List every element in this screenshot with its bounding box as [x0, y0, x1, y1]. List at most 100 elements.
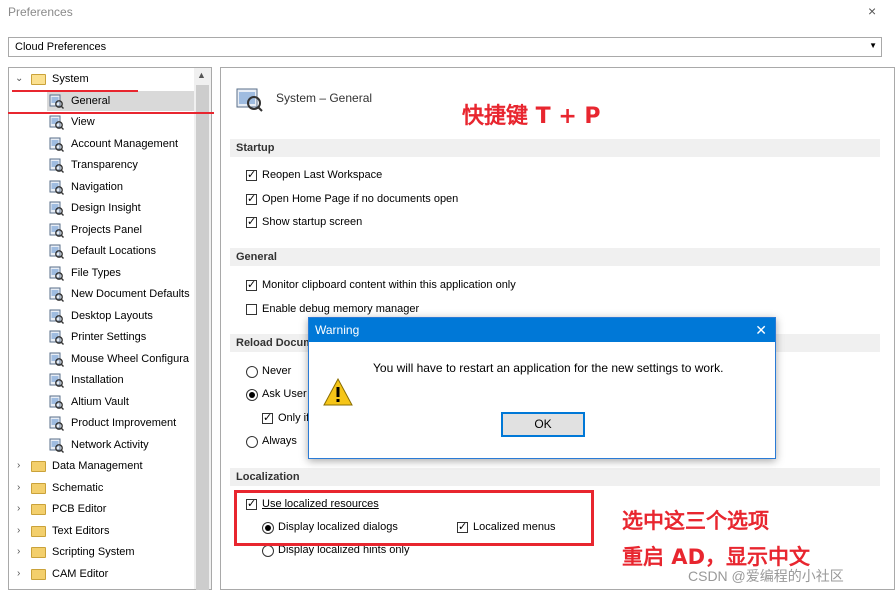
reopen-last-workspace-checkbox[interactable]	[246, 168, 257, 181]
tree-folder-text-editors[interactable]: › Text Editors	[9, 521, 195, 541]
dropdown-value: Cloud Preferences	[15, 41, 107, 53]
folder-icon	[31, 482, 46, 494]
scroll-up-icon[interactable]: ▲	[197, 70, 206, 80]
page-icon	[49, 180, 64, 195]
dialog-close-icon[interactable]: ✕	[755, 318, 767, 342]
folder-icon	[31, 461, 46, 472]
monitor-clipboard-checkbox[interactable]	[246, 278, 257, 291]
chevron-right-icon[interactable]: ›	[17, 542, 20, 562]
tree-folder-pcb-editor[interactable]: › PCB Editor	[9, 499, 195, 519]
tree-folder-scripting-system[interactable]: › Scripting System	[9, 542, 195, 562]
annotation-localization-box	[234, 490, 594, 546]
warning-icon	[323, 378, 353, 406]
tree-item-label: Mouse Wheel Configura	[71, 352, 190, 365]
page-icon	[49, 416, 64, 431]
chevron-right-icon[interactable]: ›	[17, 521, 20, 541]
tree-item-label: Navigation	[71, 180, 123, 193]
tree-item-label: General	[71, 94, 111, 107]
tree-item-label: Transparency	[71, 159, 138, 171]
section-general: General	[230, 248, 880, 266]
page-icon	[49, 287, 64, 302]
tree-item-design-insight[interactable]: Design Insight	[47, 198, 195, 218]
tree-item-label: Product Improvement	[71, 417, 177, 429]
reload-ask-user-label: Ask User	[262, 388, 307, 400]
page-icon	[49, 309, 64, 324]
close-icon[interactable]: ×	[868, 3, 876, 19]
reload-always-label: Always	[262, 435, 297, 447]
page-icon	[49, 266, 64, 281]
page-icon	[49, 115, 64, 130]
folder-icon	[31, 504, 46, 515]
annotation-select-options: 选中这三个选项	[622, 509, 769, 533]
reload-always-radio[interactable]	[246, 436, 258, 448]
debug-memory-manager-label: Enable debug memory manager	[262, 303, 420, 315]
tree-item-label: View	[71, 116, 95, 128]
tree-item-system[interactable]: ⌄ System	[9, 69, 195, 89]
chevron-down-icon[interactable]: ⌄	[15, 69, 23, 89]
tree-item-general[interactable]: General	[47, 90, 195, 111]
page-icon	[49, 223, 64, 238]
reload-only-if-checkbox[interactable]	[262, 411, 273, 424]
tree-item-view[interactable]: View	[47, 112, 195, 132]
tree-item-network-activity[interactable]: Network Activity	[47, 435, 195, 455]
reload-only-if-label: Only if	[278, 412, 310, 424]
tree-item-projects-panel[interactable]: Projects Panel	[47, 220, 195, 240]
reload-ask-user-radio[interactable]	[246, 389, 258, 401]
page-icon	[49, 373, 64, 388]
tree-item-altium-vault[interactable]: Altium Vault	[47, 392, 195, 412]
chevron-right-icon[interactable]: ›	[17, 499, 20, 519]
tree-item-label: File Types	[71, 266, 121, 279]
tree-item-label: Data Management	[52, 460, 143, 472]
tree-item-label: Text Editors	[52, 524, 110, 537]
tree-folder-schematic[interactable]: › Schematic	[9, 478, 195, 498]
tree-item-file-types[interactable]: File Types	[47, 263, 195, 283]
tree-item-new-document-defaults[interactable]: New Document Defaults	[47, 284, 195, 304]
dialog-message: You will have to restart an application …	[373, 361, 724, 375]
folder-icon	[31, 525, 46, 537]
tree-item-desktop-layouts[interactable]: Desktop Layouts	[47, 306, 195, 326]
tree-item-printer-settings[interactable]: Printer Settings	[47, 327, 195, 347]
tree-folder-data-management[interactable]: › Data Management	[9, 456, 195, 476]
open-home-page-checkbox[interactable]	[246, 192, 257, 205]
tree-folder-cam-editor[interactable]: › CAM Editor	[9, 564, 195, 584]
page-icon	[49, 352, 64, 367]
reopen-last-workspace-label: Reopen Last Workspace	[262, 169, 383, 181]
chevron-right-icon[interactable]: ›	[17, 456, 20, 476]
display-localized-hints-radio[interactable]	[262, 545, 274, 557]
tree-item-label: Desktop Layouts	[71, 309, 153, 322]
tree-item-default-locations[interactable]: Default Locations	[47, 241, 195, 261]
reload-never-label: Never	[262, 365, 292, 377]
show-startup-screen-checkbox[interactable]	[246, 215, 257, 228]
tree-item-label: Design Insight	[71, 202, 141, 214]
tree-item-transparency[interactable]: Transparency	[47, 155, 195, 175]
page-icon	[49, 244, 64, 259]
tree-item-account-management[interactable]: Account Management	[47, 134, 195, 154]
annotation-underline-general	[8, 112, 214, 114]
ok-button[interactable]: OK	[501, 412, 585, 437]
tree-item-mouse-wheel-configura[interactable]: Mouse Wheel Configura	[47, 349, 195, 369]
page-icon	[49, 94, 64, 109]
system-general-icon	[236, 88, 263, 112]
tree-item-product-improvement[interactable]: Product Improvement	[47, 413, 195, 433]
window-title: Preferences	[8, 5, 73, 19]
warning-dialog: Warning ✕ You will have to restart an ap…	[308, 317, 776, 459]
dropdown-arrow-icon: ▼	[869, 41, 877, 50]
reload-never-radio[interactable]	[246, 366, 258, 378]
annotation-underline-system	[12, 90, 138, 92]
folder-open-icon	[31, 74, 46, 85]
chevron-right-icon[interactable]: ›	[17, 564, 20, 584]
tree-item-label: CAM Editor	[52, 567, 109, 580]
tree-item-label: PCB Editor	[52, 503, 107, 515]
page-icon	[49, 330, 64, 345]
tree-item-label: Projects Panel	[71, 223, 142, 236]
chevron-right-icon[interactable]: ›	[17, 478, 20, 498]
tree-item-installation[interactable]: Installation	[47, 370, 195, 390]
preferences-scope-dropdown[interactable]: Cloud Preferences ▼	[8, 37, 882, 57]
tree-item-label: Altium Vault	[71, 395, 129, 408]
tree-item-navigation[interactable]: Navigation	[47, 177, 195, 197]
dialog-title: Warning	[309, 318, 775, 342]
tree-item-label: Scripting System	[52, 546, 135, 558]
tree-item-label: Account Management	[71, 137, 179, 150]
tree-scrollbar-thumb[interactable]	[196, 85, 209, 590]
debug-memory-manager-checkbox[interactable]	[246, 304, 257, 315]
